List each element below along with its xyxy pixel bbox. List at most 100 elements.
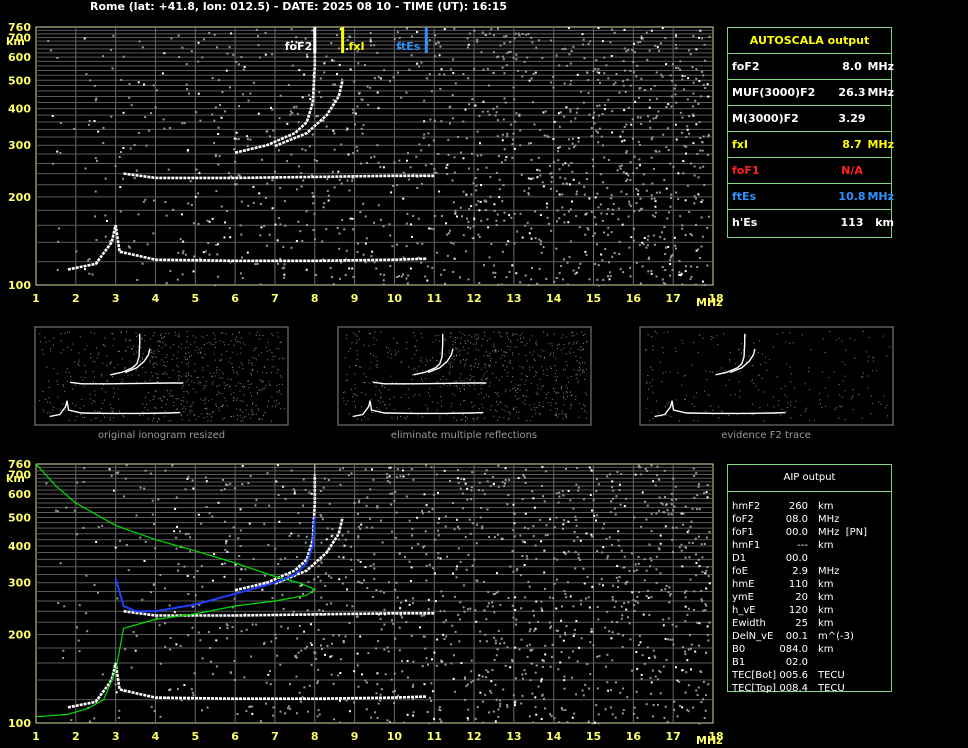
thumbnail-noise xyxy=(225,333,227,335)
thumbnail-noise xyxy=(374,331,376,333)
thumbnail-noise xyxy=(42,391,44,392)
thumbnail-noise xyxy=(354,383,356,385)
noise-dot xyxy=(348,267,351,270)
noise-dot xyxy=(130,104,133,107)
noise-dot xyxy=(579,539,582,542)
noise-dot xyxy=(217,243,220,246)
thumbnail-noise xyxy=(567,396,568,398)
noise-dot xyxy=(528,621,531,624)
noise-dot xyxy=(311,133,314,136)
thumbnail-noise xyxy=(728,358,730,360)
thumbnail-noise xyxy=(252,403,253,405)
thumbnail-noise xyxy=(473,375,475,377)
thumbnail-noise xyxy=(124,367,126,368)
thumbnail-noise xyxy=(431,357,433,359)
noise-dot xyxy=(604,626,607,629)
thumbnail-noise xyxy=(195,419,197,420)
noise-dot xyxy=(640,677,643,680)
thumbnail-noise xyxy=(110,407,112,409)
noise-dot xyxy=(272,714,275,717)
thumbnail-noise xyxy=(375,339,377,341)
thumbnail-noise xyxy=(480,378,482,380)
noise-dot xyxy=(489,175,492,178)
noise-dot xyxy=(295,188,298,191)
noise-dot xyxy=(463,610,466,613)
thumbnail-noise xyxy=(465,359,467,361)
noise-dot xyxy=(491,601,494,604)
noise-dot xyxy=(652,704,655,706)
noise-dot xyxy=(358,581,361,584)
noise-dot xyxy=(313,238,316,241)
thumbnail-noise xyxy=(248,413,250,415)
thumbnail-noise xyxy=(513,409,515,410)
noise-dot xyxy=(597,78,600,81)
noise-dot xyxy=(428,722,431,725)
noise-dot xyxy=(366,162,368,164)
noise-dot xyxy=(58,227,60,230)
noise-dot xyxy=(296,112,299,115)
thumbnail-noise xyxy=(478,363,480,365)
noise-dot xyxy=(470,486,473,489)
thumbnail-noise xyxy=(202,376,204,378)
noise-dot xyxy=(515,272,518,275)
thumbnail-noise xyxy=(512,388,514,390)
noise-dot xyxy=(651,214,654,217)
thumbnail-noise xyxy=(92,360,94,362)
thumbnail-noise xyxy=(505,391,506,393)
noise-dot xyxy=(664,588,667,591)
thumbnail-noise xyxy=(521,341,523,343)
noise-dot xyxy=(545,277,548,280)
noise-dot xyxy=(698,558,700,561)
noise-dot xyxy=(376,144,379,147)
noise-dot xyxy=(114,164,117,167)
noise-dot xyxy=(692,92,695,95)
thumbnail-noise xyxy=(276,385,278,387)
aip-unit: m^(-3) xyxy=(818,631,854,642)
noise-dot xyxy=(619,503,622,506)
noise-dot xyxy=(671,268,674,271)
noise-dot xyxy=(56,150,59,153)
noise-dot xyxy=(423,493,426,496)
thumbnail-noise xyxy=(78,361,80,363)
noise-dot xyxy=(533,123,536,126)
thumbnail-noise xyxy=(850,398,852,400)
noise-dot xyxy=(611,598,614,601)
thumbnail-noise xyxy=(549,366,551,368)
noise-dot xyxy=(464,108,467,111)
noise-dot xyxy=(483,493,486,496)
thumbnail-noise xyxy=(584,405,586,407)
noise-dot xyxy=(469,532,472,535)
noise-dot xyxy=(556,209,559,212)
noise-dot xyxy=(493,209,496,212)
noise-dot xyxy=(265,244,268,247)
thumbnail-noise xyxy=(186,331,188,333)
noise-dot xyxy=(317,575,320,578)
noise-dot xyxy=(536,282,539,285)
noise-dot xyxy=(573,146,575,149)
thumbnail-noise xyxy=(564,369,566,371)
thumbnail-noise xyxy=(411,374,413,376)
thumbnail-noise xyxy=(728,414,730,416)
noise-dot xyxy=(512,132,515,135)
noise-dot xyxy=(290,469,293,472)
noise-dot xyxy=(435,473,438,476)
y-unit-label: km xyxy=(6,35,25,48)
noise-dot xyxy=(224,221,227,224)
noise-dot xyxy=(658,49,661,52)
thumbnail-noise xyxy=(699,334,700,336)
noise-dot xyxy=(508,478,511,481)
noise-dot xyxy=(452,72,455,74)
noise-dot xyxy=(574,551,577,554)
noise-dot xyxy=(496,135,499,138)
noise-dot xyxy=(213,33,216,36)
noise-dot xyxy=(535,713,538,716)
thumbnail-noise xyxy=(669,371,671,373)
noise-dot xyxy=(360,127,363,130)
noise-dot xyxy=(425,504,428,507)
thumbnail-noise xyxy=(566,417,568,419)
thumbnail-noise xyxy=(563,404,565,406)
thumbnail-noise xyxy=(781,409,783,411)
thumbnail-noise xyxy=(565,415,567,417)
noise-dot xyxy=(528,232,531,235)
noise-dot xyxy=(173,530,176,533)
